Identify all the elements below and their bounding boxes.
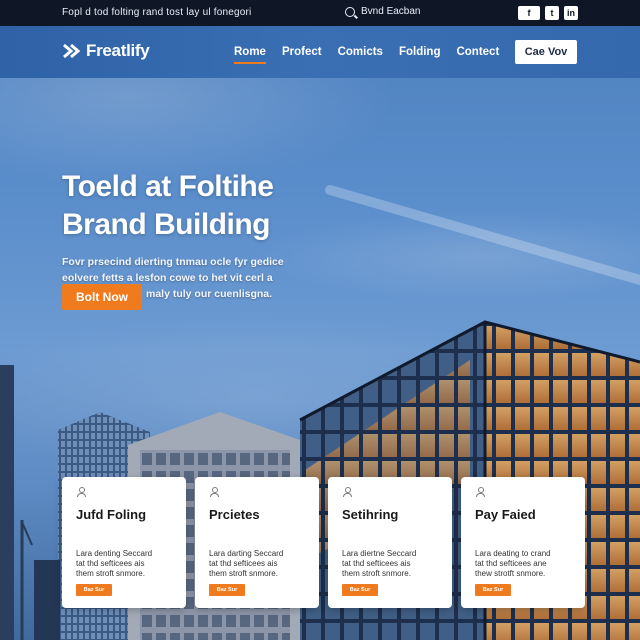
feature-card: Jufd Foling Lara denting Seccard tat thd… [62,477,186,608]
top-bar-tagline: Fopl d tod folting rand tost lay ul fone… [62,7,252,18]
feature-card-text-line: Lara deating to crand [475,549,551,558]
nav-item-contacts[interactable]: Comicts [338,46,383,64]
feature-card-text-line: Lara darting Seccard [209,549,284,558]
feature-card-title: Pay Faied [475,507,536,522]
feature-card: Pay Faied Lara deating to crand tat thd … [461,477,585,608]
main-nav: Rome Profect Comicts Folding Contect [234,46,499,64]
feature-card-button[interactable]: Baz Sur [475,584,511,596]
feature-card-text-line: thew strotft snmore. [475,569,546,578]
person-icon [209,487,219,497]
hero-title: Toeld at Foltihe Brand Building [62,168,362,244]
feature-card-text-line: tat thd sefticees ais [342,559,411,568]
top-bar: Fopl d tod folting rand tost lay ul fone… [0,0,640,26]
feature-card-button[interactable]: Baz Sur [209,584,245,596]
nav-item-project[interactable]: Profect [282,46,322,64]
hero-cta-button[interactable]: Bolt Now [62,284,142,310]
feature-card-text: Lara deating to crand tat thd sefticees … [475,549,575,579]
logo-text: Freatlify [86,41,150,60]
header-cta-button[interactable]: Cae Vov [515,40,577,64]
linkedin-icon[interactable]: in [564,6,578,20]
feature-card-title: Jufd Foling [76,507,147,522]
site-header: Freatlify Rome Profect Comicts Folding C… [0,26,640,78]
hero-title-line: Toeld at Foltihe [62,170,274,203]
feature-card-text-line: tat thd sefticees ais [209,559,278,568]
feature-card-text-line: Lara diertne Seccard [342,549,417,558]
twitter-icon[interactable]: t [545,6,559,20]
top-search-label: Bvnd Eacban [361,6,421,17]
feature-card-text-line: tat thd sefticees ane [475,559,547,568]
person-icon [342,487,352,497]
hero-title-line: Brand Building [62,208,270,241]
feature-card-button[interactable]: Baz Sur [76,584,112,596]
feature-card-text: Lara denting Seccard tat thd sefticees a… [76,549,176,579]
logo-arrows-icon [63,43,81,59]
feature-card-text-line: tat thd sefticees ais [76,559,145,568]
person-icon [475,487,485,497]
nav-item-home[interactable]: Rome [234,46,266,64]
feature-card-button[interactable]: Baz Sur [342,584,378,596]
feature-card-text: Lara diertne Seccard tat thd sefticees a… [342,549,442,579]
hero-description-line: Fovr prsecind dierting tnmau ocle fyr ge… [62,256,284,268]
nav-item-contact[interactable]: Contect [456,46,499,64]
site-logo[interactable]: Freatlify [62,41,150,61]
facebook-icon[interactable]: f [518,6,540,20]
nav-item-folding[interactable]: Folding [399,46,441,64]
person-icon [76,487,86,497]
feature-cards: Jufd Foling Lara denting Seccard tat thd… [62,477,585,608]
feature-card-title: Prcietes [209,507,260,522]
feature-card: Prcietes Lara darting Seccard tat thd se… [195,477,319,608]
feature-card-text-line: Lara denting Seccard [76,549,153,558]
feature-card-title: Setihring [342,507,399,522]
feature-card-text-line: them stroft snmore. [209,569,278,578]
social-links: f t in [518,6,578,20]
feature-card-text-line: them stroft snmore. [76,569,145,578]
feature-card-text-line: them stroft snmore. [342,569,411,578]
feature-card: Setihring Lara diertne Seccard tat thd s… [328,477,452,608]
feature-card-text: Lara darting Seccard tat thd sefticees a… [209,549,309,579]
search-icon [345,6,355,17]
top-search[interactable]: Bvnd Eacban [345,6,421,17]
